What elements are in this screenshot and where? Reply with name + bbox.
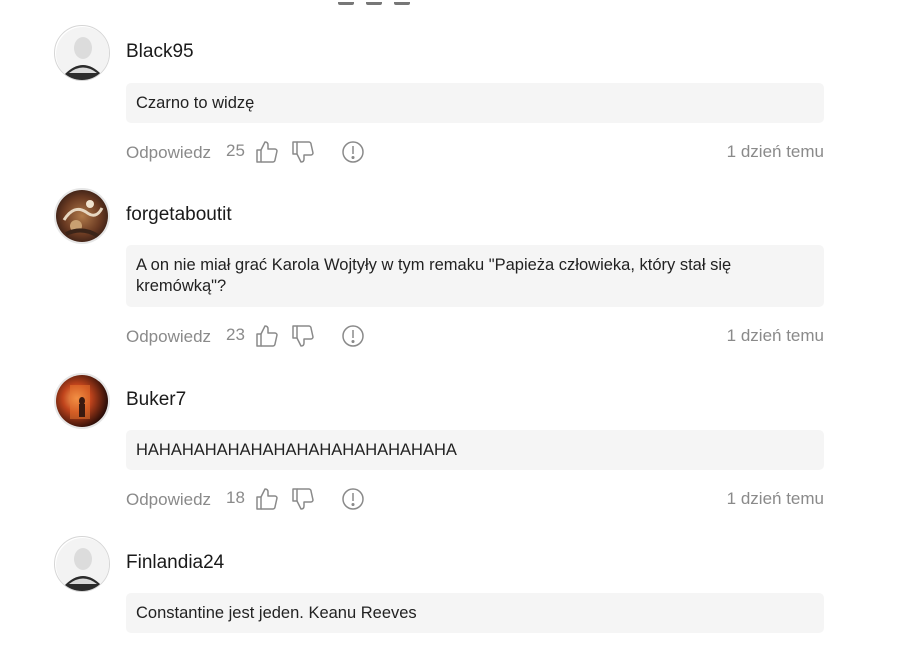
comment-actions: Odpowiedz 23 1 dzień temu: [126, 324, 824, 350]
comment-text: Czarno to widzę: [126, 83, 824, 123]
comment-timestamp: 1 dzień temu: [726, 489, 824, 508]
thumbs-down-icon[interactable]: [291, 487, 315, 511]
reply-button[interactable]: Odpowiedz: [126, 143, 211, 163]
thumbs-down-icon[interactable]: [291, 140, 315, 164]
comment-username[interactable]: Buker7: [126, 389, 186, 411]
comment-text: Constantine jest jeden. Keanu Reeves: [126, 593, 824, 633]
comment-username[interactable]: Finlandia24: [126, 552, 224, 574]
comment-actions: Odpowiedz 25 1 dzień temu: [126, 140, 824, 166]
reply-button[interactable]: Odpowiedz: [126, 327, 211, 347]
previous-content-fragment: [338, 0, 410, 5]
thumbs-up-icon[interactable]: [255, 324, 279, 348]
comment-timestamp: 1 dzień temu: [726, 142, 824, 161]
report-exclamation-icon[interactable]: [341, 487, 365, 511]
vote-count: 23: [226, 325, 245, 344]
comment-timestamp: 1 dzień temu: [726, 326, 824, 345]
comment-text: A on nie miał grać Karola Wojtyły w tym …: [126, 245, 824, 307]
user-photo-avatar[interactable]: [54, 373, 110, 429]
thumbs-down-icon[interactable]: [291, 324, 315, 348]
fragment-mark: [338, 0, 354, 5]
vote-count: 18: [226, 488, 245, 507]
reply-button[interactable]: Odpowiedz: [126, 490, 211, 510]
thumbs-up-icon[interactable]: [255, 487, 279, 511]
report-exclamation-icon[interactable]: [341, 140, 365, 164]
comment-text: HAHAHAHAHAHAHAHAHAHAHAHAHAHA: [126, 430, 824, 470]
default-avatar-icon[interactable]: [54, 536, 110, 592]
fragment-mark: [366, 0, 382, 5]
user-photo-avatar[interactable]: [54, 188, 110, 244]
comment-username[interactable]: forgetaboutit: [126, 204, 232, 226]
comment-username[interactable]: Black95: [126, 41, 194, 63]
comment-actions: Odpowiedz 18 1 dzień temu: [126, 487, 824, 513]
report-exclamation-icon[interactable]: [341, 324, 365, 348]
vote-count: 25: [226, 141, 245, 160]
default-avatar-icon[interactable]: [54, 25, 110, 81]
fragment-mark: [394, 0, 410, 5]
thumbs-up-icon[interactable]: [255, 140, 279, 164]
